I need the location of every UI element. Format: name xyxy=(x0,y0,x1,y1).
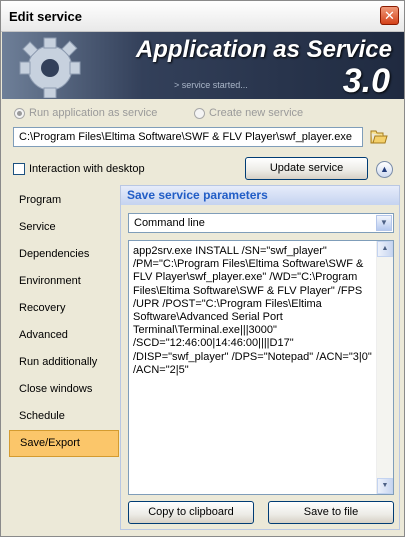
save-parameters-panel: Save service parameters Command line ▼ a… xyxy=(120,185,400,530)
nav-item-run-additionally[interactable]: Run additionally xyxy=(9,349,119,376)
save-to-file-button[interactable]: Save to file xyxy=(268,501,394,524)
vertical-scrollbar[interactable]: ▲ ▼ xyxy=(376,241,393,494)
banner-status: > service started... xyxy=(174,80,248,90)
run-app-option[interactable]: Run application as service xyxy=(14,107,157,119)
run-app-label: Run application as service xyxy=(29,107,158,119)
run-app-radio[interactable] xyxy=(14,107,25,119)
banner-title: Application as Service xyxy=(135,36,392,63)
collapse-button[interactable]: ▲ xyxy=(376,161,393,178)
create-new-label: Create new service xyxy=(209,107,304,119)
scroll-down-icon[interactable]: ▼ xyxy=(377,478,393,494)
update-service-button[interactable]: Update service xyxy=(245,157,368,180)
nav-item-recovery[interactable]: Recovery xyxy=(9,295,119,322)
nav-item-program[interactable]: Program xyxy=(9,187,119,214)
nav-item-schedule[interactable]: Schedule xyxy=(9,403,119,430)
panel-header: Save service parameters xyxy=(121,186,399,205)
program-path-input[interactable]: C:\Program Files\Eltima Software\SWF & F… xyxy=(13,127,363,147)
copy-to-clipboard-button[interactable]: Copy to clipboard xyxy=(128,501,254,524)
nav-item-service[interactable]: Service xyxy=(9,214,119,241)
interaction-label: Interaction with desktop xyxy=(29,163,145,175)
folder-open-icon[interactable] xyxy=(368,126,390,148)
create-new-radio[interactable] xyxy=(194,107,205,119)
title-bar: Edit service ✕ xyxy=(1,1,404,32)
nav-item-environment[interactable]: Environment xyxy=(9,268,119,295)
window-title: Edit service xyxy=(9,9,82,24)
interaction-option[interactable]: Interaction with desktop xyxy=(13,163,145,175)
settings-nav: Program Service Dependencies Environment… xyxy=(9,187,119,457)
nav-item-close-windows[interactable]: Close windows xyxy=(9,376,119,403)
scroll-up-icon[interactable]: ▲ xyxy=(377,241,393,257)
command-line-textarea[interactable]: app2srv.exe INSTALL /SN="swf_player" /PM… xyxy=(128,240,394,495)
chevron-down-icon[interactable]: ▼ xyxy=(376,215,392,231)
format-select[interactable]: Command line ▼ xyxy=(128,213,394,233)
app-banner: Application as Service > service started… xyxy=(2,32,404,99)
chevron-up-icon: ▲ xyxy=(380,164,389,174)
close-icon: ✕ xyxy=(384,8,395,23)
interaction-checkbox[interactable] xyxy=(13,163,25,175)
nav-item-advanced[interactable]: Advanced xyxy=(9,322,119,349)
nav-item-save-export[interactable]: Save/Export xyxy=(9,430,119,457)
close-button[interactable]: ✕ xyxy=(380,6,399,25)
nav-item-dependencies[interactable]: Dependencies xyxy=(9,241,119,268)
create-new-option[interactable]: Create new service xyxy=(194,107,303,119)
format-select-value: Command line xyxy=(134,217,205,229)
gear-icon xyxy=(19,37,81,98)
edit-service-window: Edit service ✕ Application as Service > … xyxy=(0,0,405,537)
banner-version: 3.0 xyxy=(342,62,390,99)
command-line-text[interactable]: app2srv.exe INSTALL /SN="swf_player" /PM… xyxy=(133,245,377,377)
